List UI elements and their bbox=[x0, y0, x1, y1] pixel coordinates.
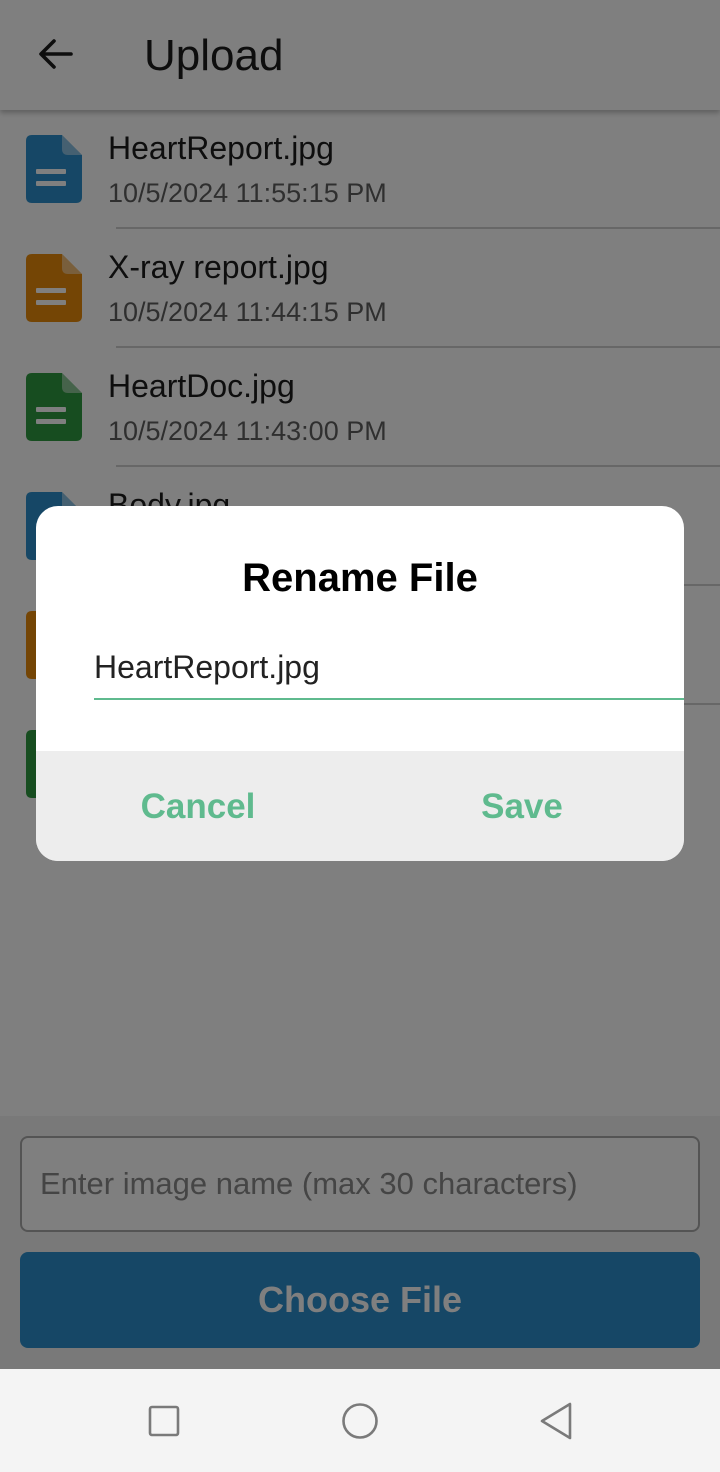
save-button[interactable]: Save bbox=[468, 781, 576, 833]
triangle-back-icon bbox=[540, 1402, 572, 1440]
dialog-actions: Cancel Save bbox=[36, 751, 684, 861]
square-icon bbox=[148, 1405, 180, 1437]
rename-input[interactable] bbox=[94, 636, 684, 700]
home-button[interactable] bbox=[330, 1391, 390, 1451]
recent-apps-button[interactable] bbox=[134, 1391, 194, 1451]
system-nav-bar bbox=[0, 1369, 720, 1472]
system-back-button[interactable] bbox=[526, 1391, 586, 1451]
dialog-title: Rename File bbox=[242, 556, 478, 600]
cancel-button[interactable]: Cancel bbox=[126, 781, 270, 833]
rename-dialog: Rename File Cancel Save bbox=[36, 506, 684, 861]
circle-icon bbox=[342, 1403, 378, 1439]
